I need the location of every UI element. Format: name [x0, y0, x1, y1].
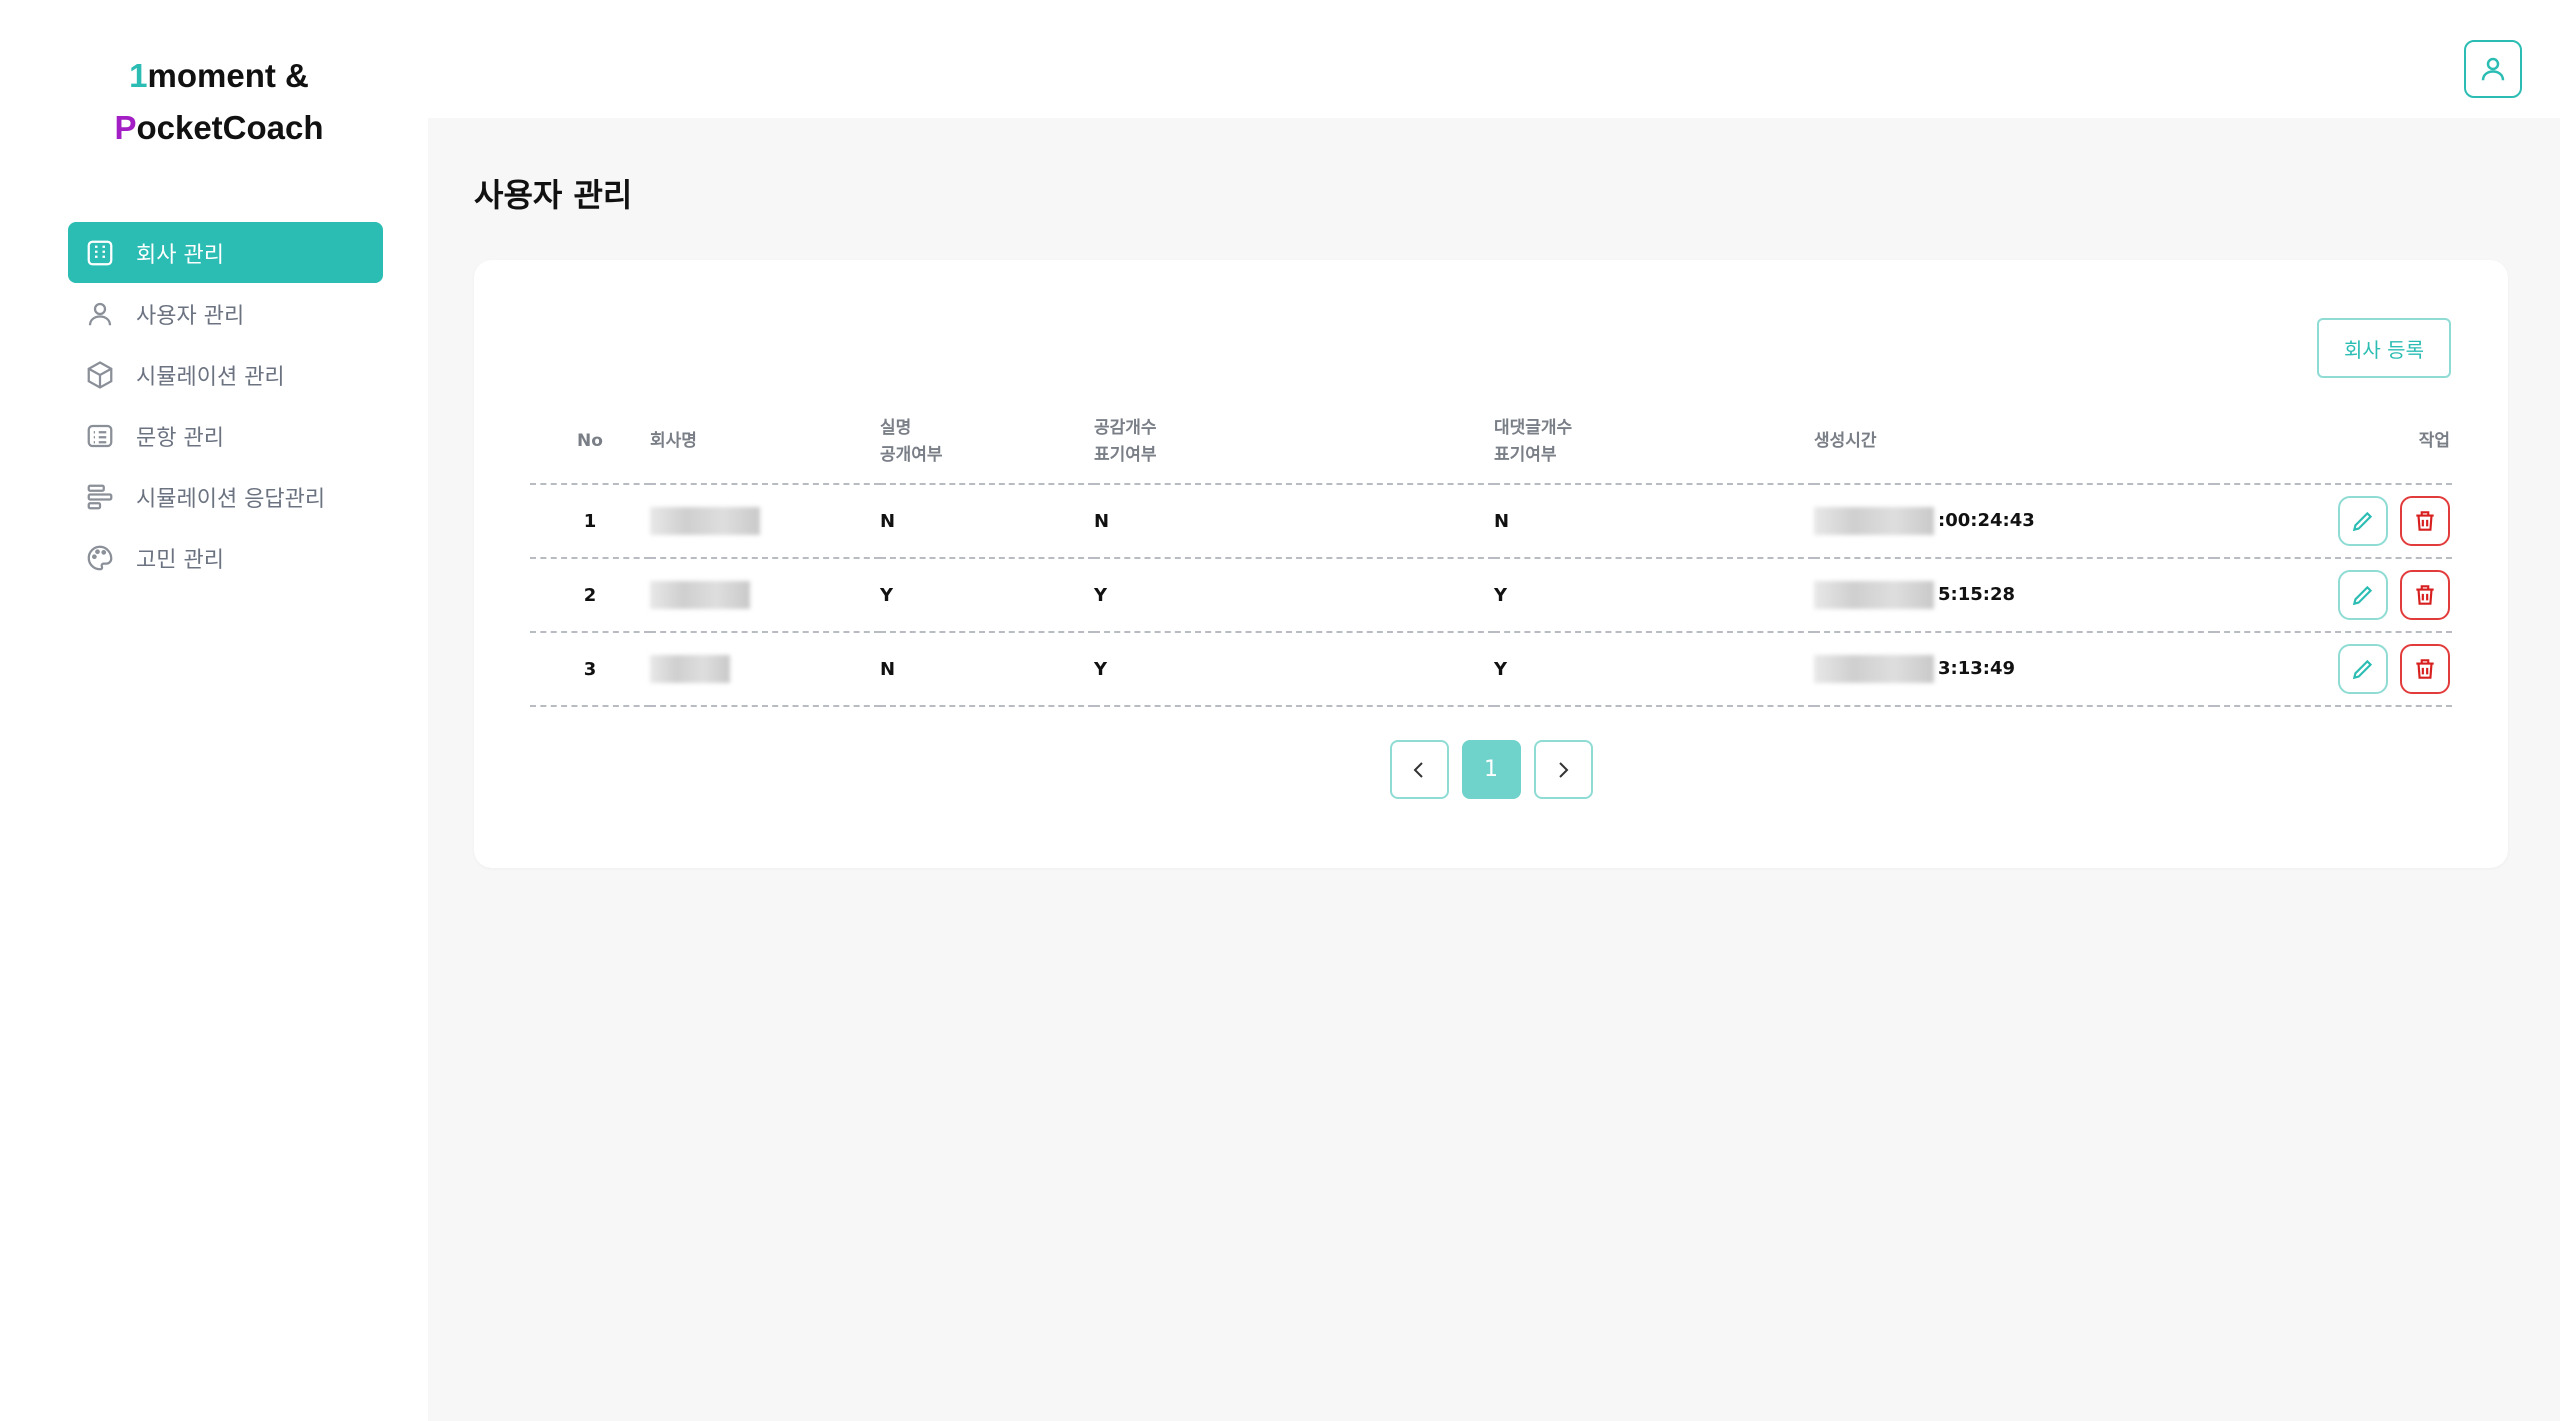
table-row: 3 N Y Y 3:13:49 — [530, 632, 2452, 707]
sidebar-item-label: 사용자 관리 — [136, 303, 245, 329]
cell-real-name-public: N — [880, 484, 1094, 559]
header-line: 표기여부 — [1094, 444, 1157, 465]
header-line: 공개여부 — [880, 444, 943, 465]
cell-company-name — [650, 558, 880, 633]
cell-reply-shown: N — [1494, 484, 1814, 559]
delete-button[interactable] — [2400, 496, 2450, 546]
header-line: 실명 — [880, 417, 912, 438]
edit-button[interactable] — [2338, 644, 2388, 694]
redacted-block — [650, 507, 760, 535]
cell-real-name-public: N — [880, 632, 1094, 707]
cell-company-name — [650, 484, 880, 559]
header-line: 표기여부 — [1494, 444, 1557, 465]
content-card: 회사 등록 No 회사명 실명공개여부 공감개수표기여부 대댓글개수표기여부 생… — [474, 260, 2508, 868]
col-reply-shown: 대댓글개수표기여부 — [1494, 400, 1814, 485]
cell-reply-shown: Y — [1494, 558, 1814, 633]
cell-created-time: 3:13:49 — [1814, 632, 2214, 707]
table-header-row: No 회사명 실명공개여부 공감개수표기여부 대댓글개수표기여부 생성시간 작업 — [530, 400, 2452, 485]
palette-icon — [84, 542, 116, 574]
chevron-left-icon — [1413, 761, 1423, 778]
bars-icon — [84, 481, 116, 513]
cell-empathy-shown: Y — [1094, 558, 1494, 633]
page-button-current[interactable]: 1 — [1461, 740, 1521, 799]
cube-icon — [84, 359, 116, 391]
logo-line2: ocketCoach — [136, 109, 324, 146]
sidebar-item-label: 고민 관리 — [136, 547, 224, 573]
sidebar: 1moment & PocketCoach 회사 관리 사용자 관리 시뮬레이션… — [0, 0, 428, 1421]
redacted-block — [650, 655, 730, 683]
trash-icon — [2416, 511, 2434, 531]
col-created-time: 생성시간 — [1814, 400, 2214, 485]
cell-no: 3 — [530, 632, 650, 707]
company-table: No 회사명 실명공개여부 공감개수표기여부 대댓글개수표기여부 생성시간 작업… — [530, 400, 2452, 707]
brand-logo[interactable]: 1moment & PocketCoach — [0, 50, 438, 154]
cell-reply-shown: Y — [1494, 632, 1814, 707]
sidebar-item-label: 회사 관리 — [136, 242, 224, 268]
add-company-button[interactable]: 회사 등록 — [2317, 318, 2451, 378]
sidebar-item-concerns[interactable]: 고민 관리 — [68, 527, 383, 588]
sidebar-item-label: 시뮬레이션 관리 — [136, 364, 285, 390]
redacted-block — [1814, 655, 1934, 683]
cell-actions — [2214, 484, 2452, 559]
cell-created-time: :00:24:43 — [1814, 484, 2214, 559]
edit-button[interactable] — [2338, 570, 2388, 620]
sidebar-item-questions[interactable]: 문항 관리 — [68, 405, 383, 466]
cell-no: 1 — [530, 484, 650, 559]
cell-empathy-shown: N — [1094, 484, 1494, 559]
main-content: 사용자 관리 회사 등록 No 회사명 실명공개여부 공감개수표기여부 대댓글개… — [428, 118, 2560, 1421]
sidebar-item-label: 문항 관리 — [136, 425, 224, 451]
time-fragment: :00:24:43 — [1938, 510, 2035, 531]
col-real-name-public: 실명공개여부 — [880, 400, 1094, 485]
pencil-icon — [2352, 585, 2373, 606]
prev-page-button[interactable] — [1389, 740, 1449, 799]
cell-empathy-shown: Y — [1094, 632, 1494, 707]
list-icon — [84, 420, 116, 452]
sidebar-item-simulation-responses[interactable]: 시뮬레이션 응답관리 — [68, 466, 383, 527]
next-page-button[interactable] — [1533, 740, 1593, 799]
cell-company-name — [650, 632, 880, 707]
time-fragment: 5:15:28 — [1938, 584, 2016, 605]
redacted-block — [1814, 507, 1934, 535]
user-icon — [84, 298, 116, 330]
sidebar-item-users[interactable]: 사용자 관리 — [68, 283, 383, 344]
header-line: 공감개수 — [1094, 417, 1157, 438]
pencil-icon — [2352, 659, 2373, 680]
redacted-block — [1814, 581, 1934, 609]
trash-icon — [2416, 659, 2434, 679]
top-bar — [428, 0, 2560, 118]
col-empathy-shown: 공감개수표기여부 — [1094, 400, 1494, 485]
header-line: 대댓글개수 — [1494, 417, 1573, 438]
profile-button[interactable] — [2464, 40, 2522, 98]
sidebar-item-company[interactable]: 회사 관리 — [68, 222, 383, 283]
col-no: No — [530, 400, 650, 485]
trash-icon — [2416, 585, 2434, 605]
logo-line1: moment & — [147, 57, 309, 94]
logo-accent-p: P — [114, 109, 137, 146]
col-company-name: 회사명 — [650, 400, 880, 485]
cell-created-time: 5:15:28 — [1814, 558, 2214, 633]
user-icon — [2481, 57, 2505, 81]
cell-no: 2 — [530, 558, 650, 633]
col-actions: 작업 — [2214, 400, 2452, 485]
sidebar-item-label: 시뮬레이션 응답관리 — [136, 486, 326, 512]
time-fragment: 3:13:49 — [1938, 658, 2016, 679]
redacted-block — [650, 581, 750, 609]
building-icon — [84, 237, 116, 269]
logo-accent-1: 1 — [129, 57, 148, 94]
table-row: 1 N N N :00:24:43 — [530, 484, 2452, 559]
cell-real-name-public: Y — [880, 558, 1094, 633]
page-title: 사용자 관리 — [474, 176, 633, 214]
sidebar-item-simulation[interactable]: 시뮬레이션 관리 — [68, 344, 383, 405]
cell-actions — [2214, 632, 2452, 707]
chevron-right-icon — [1559, 761, 1569, 778]
pencil-icon — [2352, 511, 2373, 532]
pagination: 1 — [474, 740, 2508, 799]
table-row: 2 Y Y Y 5:15:28 — [530, 558, 2452, 633]
delete-button[interactable] — [2400, 570, 2450, 620]
edit-button[interactable] — [2338, 496, 2388, 546]
cell-actions — [2214, 558, 2452, 633]
delete-button[interactable] — [2400, 644, 2450, 694]
sidebar-nav: 회사 관리 사용자 관리 시뮬레이션 관리 문항 관리 시뮬레이션 응답관리 고… — [68, 222, 383, 588]
